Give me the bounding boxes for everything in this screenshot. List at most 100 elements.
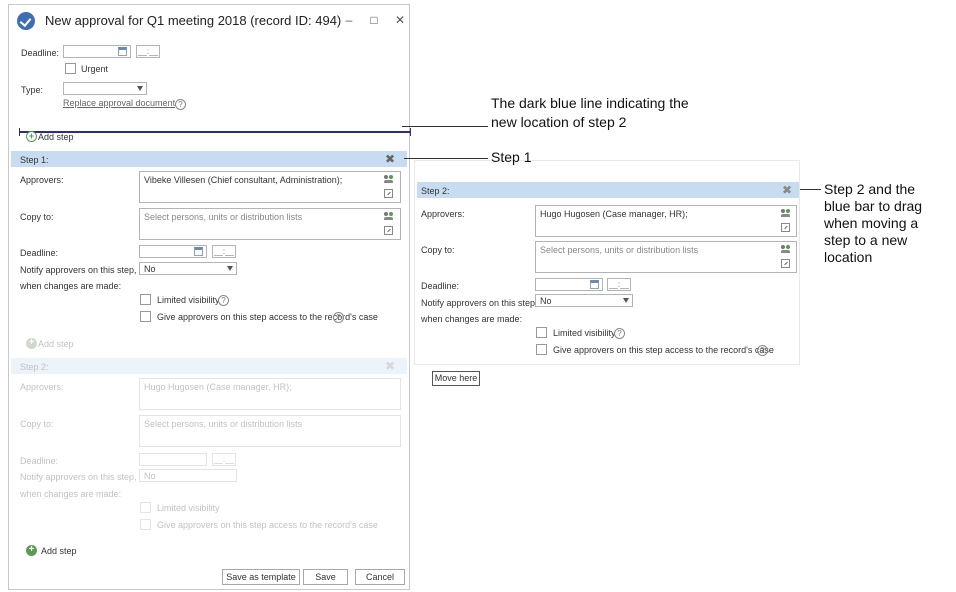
step2-notify-label-ghost: Notify approvers on this step, <box>20 472 137 482</box>
step1-notify-label: Notify approvers on this step, <box>20 265 137 275</box>
add-step-icon[interactable]: + <box>26 545 37 556</box>
calendar-icon[interactable] <box>590 280 599 289</box>
step1-title: Step 1: <box>20 155 49 165</box>
step2-bar-ghost <box>11 358 407 374</box>
chevron-down-icon <box>227 266 233 271</box>
move-here-tooltip: Move here <box>432 371 480 386</box>
persons-icon[interactable] <box>781 245 791 253</box>
step2-deadline-time-ghost: __:__ <box>212 453 236 466</box>
step2-copy-placeholder: Select persons, units or distribution li… <box>540 245 699 255</box>
urgent-checkbox[interactable] <box>65 63 76 74</box>
save-button[interactable]: Save <box>303 569 348 585</box>
urgent-label: Urgent <box>81 64 109 74</box>
step1-limited-label: Limited visibility <box>157 295 220 305</box>
step2-access-label-ghost: Give approvers on this step access to th… <box>157 520 378 530</box>
edit-icon[interactable] <box>384 189 393 198</box>
step2-access-label: Give approvers on this step access to th… <box>553 345 774 355</box>
step2-limited-label-ghost: Limited visibility <box>157 503 220 513</box>
step2-limited-checkbox[interactable] <box>536 327 547 338</box>
calendar-icon[interactable] <box>194 247 203 256</box>
step2-access-checkbox[interactable] <box>536 344 547 355</box>
deadline-time-input[interactable]: __:__ <box>136 45 160 58</box>
add-step-button-middle[interactable]: Add step <box>38 339 74 349</box>
step2-limited-label: Limited visibility <box>553 328 616 338</box>
help-icon[interactable]: ? <box>614 328 625 339</box>
add-step-icon[interactable]: + <box>26 131 37 142</box>
annotation-step2-2: blue bar to drag <box>824 198 923 214</box>
step2-copy-label: Copy to: <box>421 245 455 255</box>
step1-access-checkbox[interactable] <box>140 311 151 322</box>
remove-step2-icon: ✖ <box>385 359 396 373</box>
annotation-step2-3: when moving a <box>824 215 919 231</box>
replace-document-link[interactable]: Replace approval document <box>63 98 175 108</box>
add-step-icon[interactable]: + <box>26 338 37 349</box>
calendar-icon[interactable] <box>118 47 127 56</box>
step2-approvers-value: Hugo Hugosen (Case manager, HR); <box>540 209 688 219</box>
save-as-template-button[interactable]: Save as template <box>222 569 300 585</box>
step2-copy-placeholder-ghost: Select persons, units or distribution li… <box>144 419 303 429</box>
chevron-down-icon <box>623 298 629 303</box>
add-step-button-bottom[interactable]: Add step <box>41 546 77 556</box>
step2-copy-label-ghost: Copy to: <box>20 419 54 429</box>
dragged-step2-panel[interactable]: Step 2: ✖ Approvers: Hugo Hugosen (Case … <box>414 160 800 365</box>
step2-deadline-label: Deadline: <box>421 281 460 291</box>
step1-approvers-value: Vibeke Villesen (Chief consultant, Admin… <box>144 175 343 185</box>
step2-drag-bar[interactable] <box>417 182 799 198</box>
step1-deadline-label: Deadline: <box>20 248 59 258</box>
help-icon[interactable]: ? <box>757 345 768 356</box>
step1-copy-placeholder: Select persons, units or distribution li… <box>144 212 303 222</box>
step1-access-label: Give approvers on this step access to th… <box>157 312 378 322</box>
drop-line-leader <box>402 126 488 127</box>
step2-limited-checkbox-ghost <box>140 502 151 513</box>
step2-deadline-label-ghost: Deadline: <box>20 456 59 466</box>
edit-icon[interactable] <box>781 259 790 268</box>
help-icon[interactable]: ? <box>218 295 229 306</box>
edit-icon[interactable] <box>781 223 790 232</box>
title-bar[interactable]: New approval for Q1 meeting 2018 (record… <box>9 5 409 37</box>
step2-deadline-time[interactable]: __:__ <box>607 278 631 291</box>
persons-icon[interactable] <box>384 212 394 220</box>
maximize-button[interactable]: □ <box>364 11 384 29</box>
remove-step1-icon[interactable]: ✖ <box>385 152 395 166</box>
persons-icon[interactable] <box>384 175 394 183</box>
remove-step2-icon[interactable]: ✖ <box>782 183 792 197</box>
step2-title: Step 2: <box>421 186 450 196</box>
drop-location-line <box>19 128 411 136</box>
step1-notify-value: No <box>144 264 156 274</box>
step2-approvers-label: Approvers: <box>421 209 465 219</box>
window-title: New approval for Q1 meeting 2018 (record… <box>45 13 342 28</box>
step1-notify-label-2: when changes are made: <box>20 281 122 291</box>
step2-notify-label: Notify approvers on this step, <box>421 298 538 308</box>
step2-notify-value-ghost: No <box>144 471 156 481</box>
step1-copy-label: Copy to: <box>20 212 54 222</box>
step1-leader <box>404 158 488 159</box>
step2-deadline-date-ghost <box>139 453 207 466</box>
step1-limited-checkbox[interactable] <box>140 294 151 305</box>
approval-dialog: New approval for Q1 meeting 2018 (record… <box>8 4 411 590</box>
cancel-button[interactable]: Cancel <box>355 569 405 585</box>
help-icon[interactable]: ? <box>333 312 344 323</box>
annotation-drop-line-2: new location of step 2 <box>491 114 627 130</box>
type-label: Type: <box>21 85 44 95</box>
step1-approvers-label: Approvers: <box>20 175 64 185</box>
step2-approvers-value-ghost: Hugo Hugosen (Case manager, HR); <box>144 382 292 392</box>
step2-notify-label-2: when changes are made: <box>421 314 523 324</box>
step1-deadline-time[interactable]: __:__ <box>212 245 236 258</box>
type-select[interactable] <box>63 82 147 95</box>
step2-notify-value: No <box>540 296 552 306</box>
annotation-step2-4: step to a new <box>824 232 908 248</box>
close-window-button[interactable]: ✕ <box>390 11 410 29</box>
step1-bar[interactable] <box>11 151 407 167</box>
annotation-drop-line-1: The dark blue line indicating the <box>491 95 689 111</box>
step2-access-checkbox-ghost <box>140 519 151 530</box>
annotation-step2-1: Step 2 and the <box>824 181 916 197</box>
persons-icon[interactable] <box>781 209 791 217</box>
add-step-button-top[interactable]: Add step <box>38 132 74 142</box>
step2-leader <box>800 189 821 190</box>
edit-icon[interactable] <box>384 226 393 235</box>
help-icon[interactable]: ? <box>175 99 186 110</box>
step2-title-ghost: Step 2: <box>20 362 49 372</box>
approval-app-icon <box>17 12 35 30</box>
deadline-label: Deadline: <box>21 48 60 58</box>
minimize-button[interactable]: – <box>339 11 359 29</box>
